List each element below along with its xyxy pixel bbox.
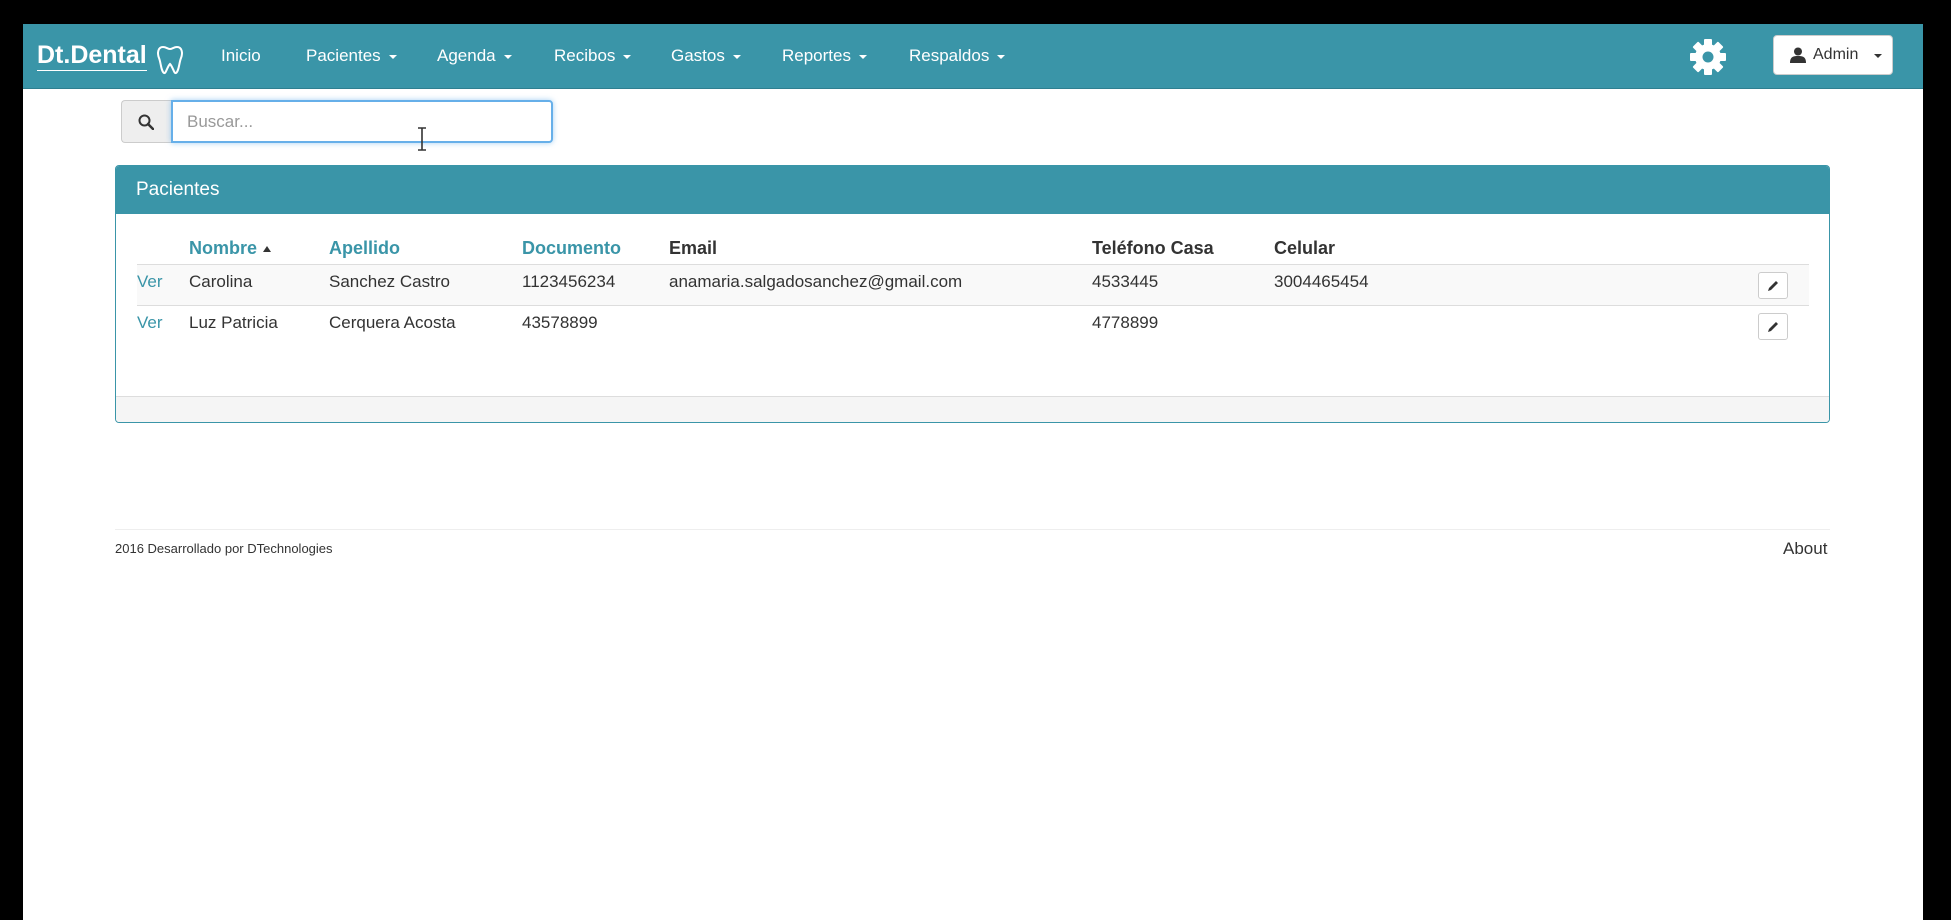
nav-item-label: Respaldos — [909, 46, 990, 65]
caret-down-icon — [388, 54, 397, 59]
column-header-documento[interactable]: Documento — [522, 238, 621, 259]
column-header-apellido[interactable]: Apellido — [329, 238, 400, 259]
caret-down-icon — [623, 54, 632, 59]
table-row: Ver Carolina Sanchez Castro 1123456234 a… — [137, 264, 1809, 306]
edit-button[interactable] — [1758, 313, 1788, 340]
gear-icon[interactable] — [1688, 37, 1728, 77]
caret-down-icon — [1874, 54, 1882, 58]
edit-button[interactable] — [1758, 272, 1788, 299]
panel-footer — [116, 396, 1829, 422]
pencil-icon — [1768, 281, 1778, 291]
cell-celular: 3004465454 — [1274, 272, 1369, 291]
admin-label: Admin — [1813, 46, 1859, 63]
nav-item-label: Recibos — [554, 46, 616, 65]
nav-item-reportes[interactable]: Reportes — [782, 46, 867, 66]
admin-user-menu[interactable]: Admin — [1773, 35, 1893, 75]
nav-item-agenda[interactable]: Agenda — [437, 46, 512, 66]
app-window: Dt.Dental Inicio Pacientes Agenda Recibo… — [23, 24, 1923, 920]
brand-logo[interactable]: Dt.Dental — [37, 42, 147, 71]
top-navbar: Dt.Dental Inicio Pacientes Agenda Recibo… — [23, 24, 1923, 89]
column-header-telefono: Teléfono Casa — [1092, 238, 1214, 258]
patients-panel: Pacientes Nombre Apellido Documento Emai… — [115, 165, 1830, 423]
cell-telefono: 4533445 — [1092, 272, 1159, 291]
cell-documento: 43578899 — [522, 313, 598, 332]
view-link[interactable]: Ver — [137, 313, 163, 333]
column-header-label: Nombre — [189, 238, 258, 258]
sort-ascending-icon — [263, 246, 272, 253]
column-header-email: Email — [669, 238, 718, 258]
cell-nombre: Luz Patricia — [189, 313, 278, 332]
nav-item-respaldos[interactable]: Respaldos — [909, 46, 1006, 66]
cell-email: anamaria.salgadosanchez@gmail.com — [669, 272, 963, 291]
tooth-icon — [157, 45, 183, 75]
caret-down-icon — [858, 54, 867, 59]
table-row: Ver Luz Patricia Cerquera Acosta 4357889… — [137, 305, 1809, 347]
column-header-celular: Celular — [1274, 238, 1336, 258]
nav-item-label: Gastos — [671, 46, 725, 65]
caret-down-icon — [997, 54, 1006, 59]
panel-title: Pacientes — [116, 166, 1829, 214]
search-icon — [138, 114, 154, 130]
view-link[interactable]: Ver — [137, 272, 163, 292]
text-cursor-icon — [418, 127, 426, 151]
caret-down-icon — [732, 54, 741, 59]
user-icon — [1790, 47, 1806, 63]
nav-item-label: Inicio — [221, 46, 261, 65]
caret-down-icon — [503, 54, 512, 59]
nav-item-inicio[interactable]: Inicio — [221, 46, 261, 66]
nav-item-pacientes[interactable]: Pacientes — [306, 46, 397, 66]
about-link[interactable]: About — [1783, 539, 1827, 559]
nav-item-label: Pacientes — [306, 46, 381, 65]
nav-item-label: Agenda — [437, 46, 496, 65]
cell-telefono: 4778899 — [1092, 313, 1159, 332]
nav-item-gastos[interactable]: Gastos — [671, 46, 741, 66]
pencil-icon — [1768, 322, 1778, 332]
cell-nombre: Carolina — [189, 272, 253, 291]
footer-credit: 2016 Desarrollado por DTechnologies — [115, 541, 333, 556]
column-header-nombre[interactable]: Nombre — [189, 238, 272, 259]
footer-divider — [115, 529, 1830, 530]
search-input[interactable] — [171, 100, 553, 143]
nav-item-label: Reportes — [782, 46, 851, 65]
cell-apellido: Sanchez Castro — [329, 272, 450, 291]
search-addon — [121, 100, 171, 143]
cell-documento: 1123456234 — [522, 272, 616, 291]
nav-item-recibos[interactable]: Recibos — [554, 46, 632, 66]
cell-apellido: Cerquera Acosta — [329, 313, 456, 332]
